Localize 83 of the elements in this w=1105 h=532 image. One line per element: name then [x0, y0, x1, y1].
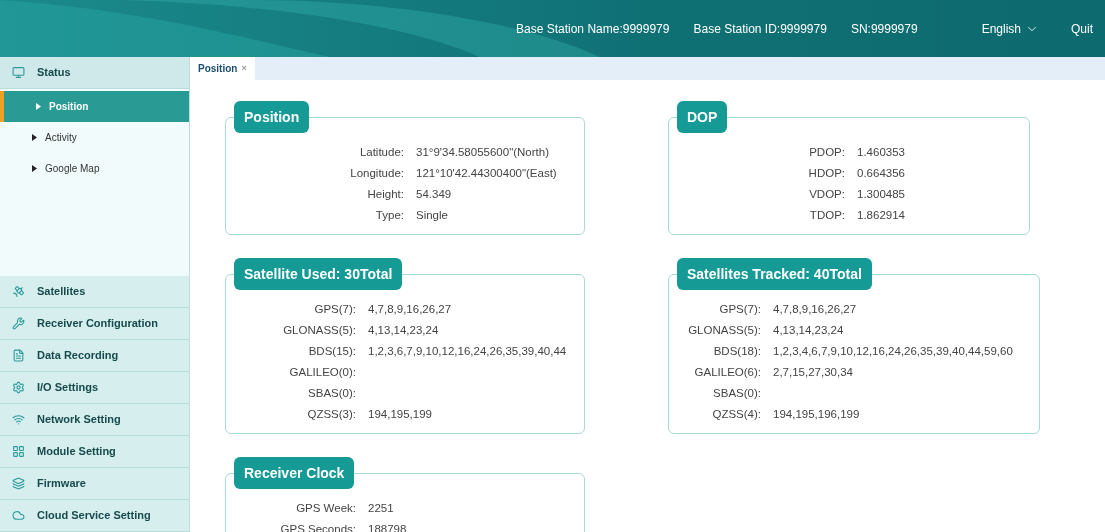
- triangle-icon: [32, 165, 37, 172]
- sidebar-section[interactable]: Status: [0, 57, 189, 89]
- field-label: Longitude:: [349, 165, 404, 181]
- field-value: 121°10'42.44300400"(East): [416, 165, 557, 181]
- sidebar-item[interactable]: Activity: [0, 122, 189, 153]
- field-value: 2,7,15,27,30,34: [773, 364, 853, 380]
- gear-icon: [12, 381, 25, 394]
- station-info: Base Station Name:9999979: [516, 20, 670, 38]
- field-value: 194,195,199: [368, 406, 432, 422]
- sidebar-section[interactable]: Receiver Configuration: [0, 308, 189, 340]
- field-value: 1,2,3,4,6,7,9,10,12,16,24,26,35,39,40,44,59,60: [773, 343, 1013, 359]
- field-label: QZSS(3):: [306, 406, 356, 422]
- station-info: SN:9999979: [850, 20, 918, 38]
- section-label: Data Recording: [37, 348, 119, 364]
- field-label: GPS(7):: [313, 301, 356, 317]
- field-value: 1.460353: [857, 144, 905, 160]
- field-value: 1.862914: [857, 207, 905, 223]
- triangle-icon: [36, 103, 41, 110]
- field-value: 4,7,8,9,16,26,27: [368, 301, 452, 317]
- card-title: Satellites Tracked: 40Total: [677, 258, 872, 290]
- wifi-icon: [12, 413, 25, 426]
- field-label: Latitude:: [358, 144, 404, 160]
- sidebar-section[interactable]: Satellites: [0, 276, 189, 308]
- section-label: Network Setting: [37, 412, 121, 428]
- field-value: Single: [416, 207, 448, 223]
- field-label: GPS(7):: [718, 301, 761, 317]
- field-value: 0.664356: [857, 165, 905, 181]
- quit-link[interactable]: Quit: [1071, 19, 1093, 38]
- field-label: VDOP:: [808, 186, 845, 202]
- field-value: 194,195,196,199: [773, 406, 860, 422]
- tab[interactable]: Position ×: [190, 57, 255, 80]
- field-value: 31°9'34.58055600"(North): [416, 144, 549, 160]
- field-label: BDS(18):: [712, 343, 761, 359]
- language-dropdown[interactable]: English: [981, 19, 1039, 38]
- field-label: Height:: [366, 186, 404, 202]
- section-label: Firmware: [37, 476, 86, 492]
- field-label: TDOP:: [808, 207, 845, 223]
- field-label: GLONASS(5):: [687, 322, 761, 338]
- sidebar-item[interactable]: Google Map: [0, 153, 189, 184]
- section-label: Status: [37, 65, 71, 81]
- monitor-icon: [12, 66, 25, 79]
- field-value: 1,2,3,6,7,9,10,12,16,24,26,35,39,40,44: [368, 343, 567, 359]
- station-info: Base Station ID:9999979: [693, 20, 827, 38]
- section-label: I/O Settings: [37, 380, 99, 396]
- section-label: Receiver Configuration: [37, 316, 159, 332]
- section-label: Cloud Service Setting: [37, 508, 151, 524]
- field-value: 4,13,14,23,24: [773, 322, 844, 338]
- card-title: Satellite Used: 30Total: [234, 258, 403, 290]
- wrench-icon: [12, 317, 25, 330]
- sidebar-section[interactable]: Network Setting: [0, 404, 189, 436]
- cloud-icon: [12, 509, 25, 522]
- field-label: SBAS(0):: [712, 385, 761, 401]
- sidebar-section[interactable]: Module Setting: [0, 436, 189, 468]
- field-value: 54.349: [416, 186, 452, 202]
- field-label: GPS Week:: [295, 500, 356, 516]
- sidebar-section[interactable]: Firmware: [0, 468, 189, 500]
- triangle-icon: [32, 134, 37, 141]
- field-label: GALILEO(6):: [693, 364, 761, 380]
- section-label: Module Setting: [37, 444, 116, 460]
- field-value: 4,7,8,9,16,26,27: [773, 301, 857, 317]
- field-label: HDOP:: [807, 165, 845, 181]
- document-icon: [12, 349, 25, 362]
- card-title: DOP: [677, 101, 728, 133]
- field-value: 1.300485: [857, 186, 905, 202]
- section-label: Satellites: [37, 284, 86, 300]
- field-label: Type:: [374, 207, 404, 223]
- card-title: Receiver Clock: [234, 457, 355, 489]
- sidebar-section[interactable]: I/O Settings: [0, 372, 189, 404]
- field-label: QZSS(4):: [711, 406, 761, 422]
- grid-icon: [12, 445, 25, 458]
- field-value: 2251: [368, 500, 394, 516]
- field-value: 4,13,14,23,24: [368, 322, 439, 338]
- field-label: PDOP:: [808, 144, 845, 160]
- tab-label: Position: [198, 62, 238, 76]
- field-label: GALILEO(0):: [288, 364, 356, 380]
- card-title: Position: [234, 101, 310, 133]
- sidebar-section[interactable]: Cloud Service Setting: [0, 500, 189, 532]
- sidebar-section[interactable]: Data Recording: [0, 340, 189, 372]
- field-label: BDS(15):: [307, 343, 356, 359]
- field-label: GLONASS(5):: [282, 322, 356, 338]
- field-label: SBAS(0):: [307, 385, 356, 401]
- satellite-icon: [12, 285, 25, 298]
- layers-icon: [12, 477, 25, 490]
